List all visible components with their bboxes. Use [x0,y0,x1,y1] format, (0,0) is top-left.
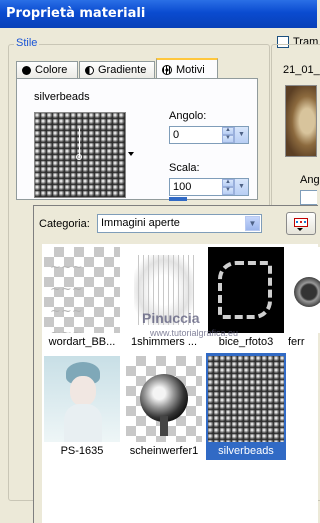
down-arrow-icon[interactable]: ▼ [222,187,234,195]
gallery-item-ps1635[interactable]: PS-1635 [42,353,122,460]
gallery-item-caption: PS-1635 [60,445,104,457]
pattern-dropdown-arrow-icon[interactable] [128,152,134,156]
pattern-picker-popup: Categoria: Immagini aperte ▼ ~~~ ~~~ ~~~ … [33,205,320,523]
right-partial-field[interactable] [300,190,317,205]
scale-label: Scala: [169,162,200,174]
category-label: Categoria: [39,218,90,230]
gallery-item-caption: wordart_BB... [48,336,116,348]
scale-input[interactable]: 100 ▲ ▼ ▼ [169,178,249,196]
up-arrow-icon[interactable]: ▲ [222,127,234,135]
gallery-item-scheinwerfer[interactable]: scheinwerfer1 [124,353,204,460]
scale-slider-indicator [169,197,187,201]
tab-motivi-label: Motivi [176,63,205,76]
scale-dropdown-button[interactable]: ▼ [234,179,248,195]
scheinwerfer-thumbnail [126,356,202,442]
watermark-text: Pinuccia [142,310,200,326]
angle-input[interactable]: 0 ▲ ▼ ▼ [169,126,249,144]
view-options-icon [294,218,308,227]
down-arrow-icon[interactable]: ▼ [222,135,234,143]
angle-dropdown-button[interactable]: ▼ [234,127,248,143]
category-select[interactable]: Immagini aperte ▼ [97,214,262,233]
category-value: Immagini aperte [101,217,180,229]
pattern-name: silverbeads [34,91,90,103]
ps1635-thumbnail [44,356,120,442]
tab-colore[interactable]: Colore [16,61,78,78]
solid-circle-icon [22,65,31,75]
pattern-gallery: ~~~ ~~~~~~ ~~~~~~ ~~~ wordart_BB... 1shi… [42,244,320,523]
pattern-globe-icon [162,64,172,75]
angle-value: 0 [173,129,180,141]
half-circle-icon [85,65,94,75]
tab-colore-label: Colore [35,64,68,76]
wordart-thumbnail: ~~~ ~~~~~~ ~~~~~~ ~~~ [44,247,120,333]
angle-stepper[interactable]: ▲ ▼ [222,127,234,143]
gallery-item-caption: silverbeads [218,445,274,457]
up-arrow-icon[interactable]: ▲ [222,179,234,187]
angle-label: Angolo: [169,110,207,122]
right-file-label: 21_01_ [283,64,320,76]
scale-stepper[interactable]: ▲ ▼ [222,179,234,195]
bice-thumbnail [208,247,284,333]
gallery-item-caption: ferr [288,336,305,348]
gallery-item-caption: scheinwerfer1 [129,445,199,457]
ferr-thumbnail [290,247,320,333]
right-preview-image [285,85,317,157]
right-partial-label: Ang [300,174,320,186]
gallery-item-ferr[interactable]: ferr [288,244,320,351]
watermark-url: www.tutorialgrafica.eu [150,328,239,338]
style-group-label: Stile [14,37,40,49]
tab-gradiente[interactable]: Gradiente [79,61,155,78]
title-bar: Proprietà materiali [0,0,317,28]
scale-value: 100 [173,181,192,193]
chevron-down-icon[interactable]: ▼ [245,216,260,231]
silverbeads-thumbnail [208,356,284,442]
center-marker-dot-icon [76,154,82,160]
tab-gradiente-label: Gradiente [98,64,147,76]
gallery-item-silverbeads[interactable]: silverbeads [206,353,286,460]
tab-motivi[interactable]: Motivi [156,58,218,79]
view-options-button[interactable] [286,212,316,235]
gallery-item-wordart[interactable]: ~~~ ~~~~~~ ~~~~~~ ~~~ wordart_BB... [42,244,122,351]
window-title: Proprietà materiali [6,6,146,21]
